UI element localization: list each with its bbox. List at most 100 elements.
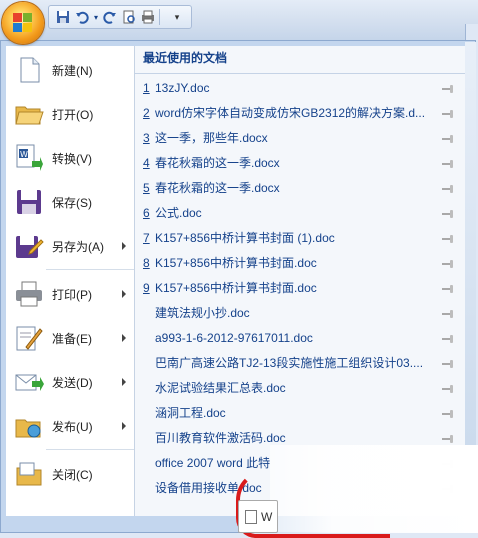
recent-document-number: 1 — [143, 81, 150, 95]
recent-document-name: 巴南广高速公路TJ2-13段实施性施工组织设计03.... — [155, 356, 424, 370]
toolbar-separator — [159, 9, 160, 25]
recent-document-number: 7 — [143, 231, 150, 245]
submenu-arrow-icon — [122, 290, 126, 298]
undo-icon[interactable] — [74, 9, 90, 25]
menu-item-send[interactable]: 发送(D) — [6, 360, 134, 404]
svg-text:W: W — [20, 150, 28, 159]
quick-access-toolbar: ▾ ▾ — [48, 5, 192, 29]
new-document-icon — [14, 55, 44, 85]
recent-document-number: 8 — [143, 256, 150, 270]
publish-icon — [14, 411, 44, 441]
recent-document-item[interactable]: 6 公式.doc — [135, 201, 465, 226]
recent-document-name: 涵洞工程.doc — [155, 406, 226, 420]
recent-document-item[interactable]: 9 K157+856中桥计算书封面.doc — [135, 276, 465, 301]
menu-item-new[interactable]: 新建(N) — [6, 48, 134, 92]
menu-item-convert[interactable]: W 转换(V) — [6, 136, 134, 180]
submenu-arrow-icon — [122, 422, 126, 430]
submenu-arrow-icon — [122, 242, 126, 250]
print-icon[interactable] — [140, 9, 156, 25]
redo-icon[interactable] — [102, 9, 118, 25]
recent-document-item[interactable]: 4 春花秋霜的这一季.docx — [135, 151, 465, 176]
recent-documents-list: 1 13zJY.doc 2 word仿宋字体自动变成仿宋GB2312的解决方案.d..… — [135, 76, 465, 501]
recent-documents-title: 最近使用的文档 — [135, 46, 465, 74]
pin-icon[interactable] — [440, 184, 456, 194]
pin-icon[interactable] — [440, 334, 456, 344]
menu-item-print[interactable]: 打印(P) — [6, 272, 134, 316]
menu-item-publish[interactable]: 发布(U) — [6, 404, 134, 448]
pin-icon[interactable] — [440, 234, 456, 244]
recent-document-number: 3 — [143, 131, 150, 145]
menu-item-open[interactable]: 打开(O) — [6, 92, 134, 136]
chevron-down-icon[interactable]: ▾ — [93, 9, 99, 25]
save-icon[interactable] — [55, 9, 71, 25]
pin-icon[interactable] — [440, 134, 456, 144]
pin-icon[interactable] — [440, 209, 456, 219]
menu-item-save[interactable]: 保存(S) — [6, 180, 134, 224]
menu-item-label: 打印(P) — [52, 287, 92, 302]
menu-item-label: 转换(V) — [52, 151, 92, 166]
recent-document-name: K157+856中桥计算书封面 (1).doc — [155, 231, 335, 245]
pin-icon[interactable] — [440, 359, 456, 369]
menu-item-prepare[interactable]: 准备(E) — [6, 316, 134, 360]
recent-document-item[interactable]: 巴南广高速公路TJ2-13段实施性施工组织设计03.... — [135, 351, 465, 376]
recent-document-name: K157+856中桥计算书封面.doc — [155, 256, 317, 270]
recent-document-name: 春花秋霜的这一季.docx — [155, 156, 280, 170]
recent-document-item[interactable]: 3 这一季，那些年.docx — [135, 126, 465, 151]
menu-item-label: 发布(U) — [52, 419, 93, 434]
pin-icon[interactable] — [440, 284, 456, 294]
pin-icon[interactable] — [440, 159, 456, 169]
save-as-icon — [14, 231, 44, 261]
submenu-arrow-icon — [122, 334, 126, 342]
recent-document-item[interactable]: 水泥试验结果汇总表.doc — [135, 376, 465, 401]
recent-document-name: 13zJY.doc — [155, 81, 210, 95]
recent-document-number: 6 — [143, 206, 150, 220]
menu-item-close[interactable]: 关闭(C) — [6, 452, 134, 496]
recent-document-name: 水泥试验结果汇总表.doc — [155, 381, 286, 395]
recent-document-name: K157+856中桥计算书封面.doc — [155, 281, 317, 295]
convert-icon: W — [14, 143, 44, 173]
prepare-icon — [14, 323, 44, 353]
taskbar-label: W — [261, 509, 273, 524]
recent-document-item[interactable]: 5 春花秋霜的这一季.docx — [135, 176, 465, 201]
recent-document-item[interactable]: a993-1-6-2012-97617011.doc — [135, 326, 465, 351]
pin-icon[interactable] — [440, 384, 456, 394]
pin-icon[interactable] — [440, 259, 456, 269]
office-button[interactable] — [2, 2, 44, 44]
menu-item-label: 新建(N) — [52, 63, 93, 78]
menu-item-label: 另存为(A) — [52, 239, 104, 254]
recent-document-name: 公式.doc — [155, 206, 202, 220]
close-folder-icon — [14, 459, 44, 489]
office-logo-icon — [13, 13, 33, 33]
taskbar-word-button[interactable]: W — [238, 500, 278, 533]
print-preview-icon[interactable] — [121, 9, 137, 25]
send-icon — [14, 367, 44, 397]
printer-icon — [14, 279, 44, 309]
recent-document-item[interactable]: 1 13zJY.doc — [135, 76, 465, 101]
menu-item-label: 发送(D) — [52, 375, 93, 390]
office-menu-commands: 新建(N) 打开(O) W 转换(V) 保存(S) 另存为(A) 打印(P) 准… — [6, 46, 135, 516]
recent-document-item[interactable]: 8 K157+856中桥计算书封面.doc — [135, 251, 465, 276]
menu-item-label: 保存(S) — [52, 195, 92, 210]
recent-document-number: 9 — [143, 281, 150, 295]
pin-icon[interactable] — [440, 409, 456, 419]
recent-document-name: a993-1-6-2012-97617011.doc — [155, 331, 313, 345]
menu-item-label: 准备(E) — [52, 331, 92, 346]
pin-icon[interactable] — [440, 84, 456, 94]
recent-document-item[interactable]: 2 word仿宋字体自动变成仿宋GB2312的解决方案.d... — [135, 101, 465, 126]
pin-icon[interactable] — [440, 109, 456, 119]
recent-document-item[interactable]: 7 K157+856中桥计算书封面 (1).doc — [135, 226, 465, 251]
menu-item-label: 关闭(C) — [52, 467, 93, 482]
recent-document-item[interactable]: 涵洞工程.doc — [135, 401, 465, 426]
ribbon-edge — [465, 42, 476, 482]
recent-document-name: 春花秋霜的这一季.docx — [155, 181, 280, 195]
pin-icon[interactable] — [440, 309, 456, 319]
recent-document-item[interactable]: 建筑法规小抄.doc — [135, 301, 465, 326]
menu-item-save-as[interactable]: 另存为(A) — [6, 224, 134, 268]
save-disk-icon — [14, 187, 44, 217]
recent-document-number: 4 — [143, 156, 150, 170]
pin-icon[interactable] — [440, 434, 456, 444]
recent-document-number: 5 — [143, 181, 150, 195]
customize-toolbar-icon[interactable]: ▾ — [169, 9, 185, 25]
menu-divider — [46, 269, 134, 270]
recent-document-name: 这一季，那些年.docx — [155, 131, 268, 145]
